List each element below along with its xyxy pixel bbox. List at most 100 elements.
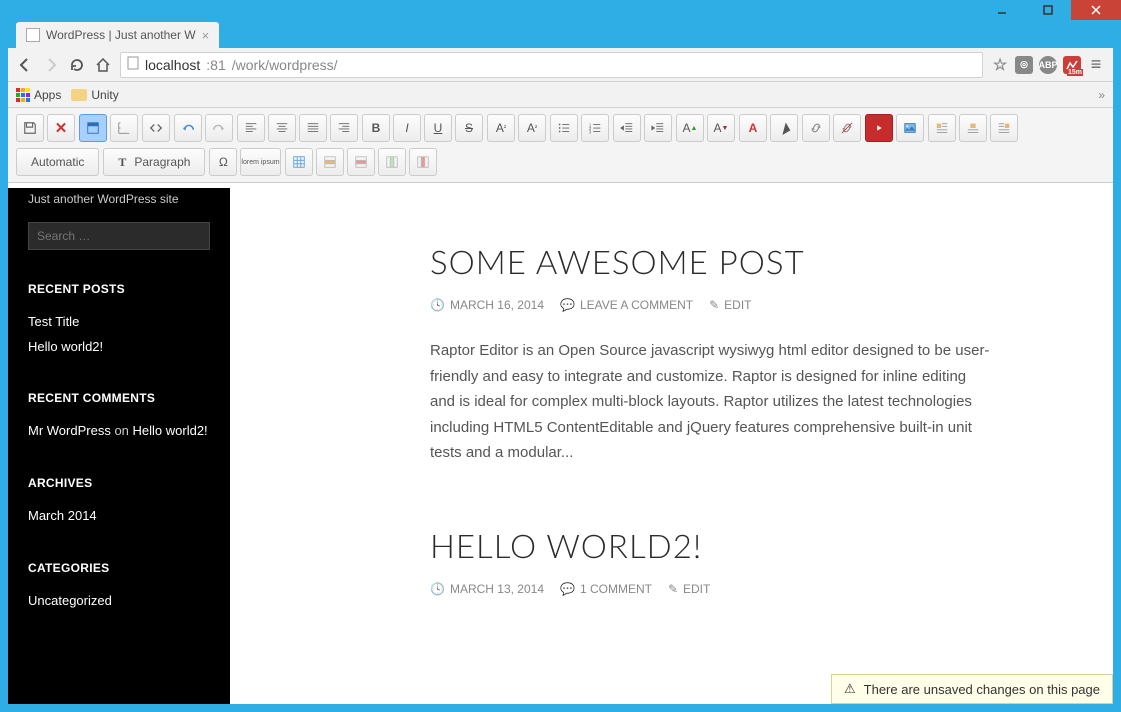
post-date[interactable]: 🕓MARCH 16, 2014: [430, 298, 544, 312]
strike-button[interactable]: S: [455, 114, 483, 142]
source-button[interactable]: [142, 114, 170, 142]
text-color-button[interactable]: A: [739, 114, 767, 142]
recent-post-link[interactable]: Hello world2!: [28, 339, 103, 354]
post-meta: 🕓MARCH 16, 2014 💬LEAVE A COMMENT ✎EDIT: [430, 298, 990, 312]
maximize-button[interactable]: [1025, 0, 1071, 20]
recent-post-link[interactable]: Test Title: [28, 314, 79, 329]
table-row-delete-button[interactable]: [347, 148, 375, 176]
unsaved-changes-notice: ⚠ There are unsaved changes on this page: [831, 674, 1113, 704]
float-none-button[interactable]: [959, 114, 987, 142]
widget-heading: RECENT COMMENTS: [28, 391, 210, 405]
underline-button[interactable]: U: [424, 114, 452, 142]
browser-chrome: WordPress | Just another W × localhost:8…: [8, 20, 1113, 704]
save-button[interactable]: [16, 114, 44, 142]
svg-text:3: 3: [589, 129, 592, 134]
back-button[interactable]: [16, 56, 34, 74]
insert-image-button[interactable]: [896, 114, 924, 142]
window-titlebar: [0, 0, 1121, 20]
archives-widget: ARCHIVES March 2014: [28, 476, 210, 529]
table-row-insert-button[interactable]: [316, 148, 344, 176]
ol-button[interactable]: 123: [581, 114, 609, 142]
class-selector[interactable]: Automatic: [16, 148, 99, 176]
comment-post-link[interactable]: Hello world2!: [133, 423, 208, 438]
redo-button[interactable]: [205, 114, 233, 142]
subscript-button[interactable]: A²: [518, 114, 546, 142]
site-tagline: Just another WordPress site: [28, 188, 210, 222]
unity-bookmark[interactable]: Unity: [71, 88, 118, 102]
notice-text: There are unsaved changes on this page: [864, 682, 1100, 697]
tab-strip: WordPress | Just another W ×: [8, 20, 1113, 48]
archive-link[interactable]: March 2014: [28, 508, 97, 523]
embed-video-button[interactable]: [865, 114, 893, 142]
bookmarks-overflow-icon[interactable]: »: [1098, 88, 1105, 102]
category-link[interactable]: Uncategorized: [28, 593, 112, 608]
italic-button[interactable]: I: [393, 114, 421, 142]
indent-button[interactable]: [644, 114, 672, 142]
extension-badge-icon[interactable]: 15m: [1063, 56, 1081, 74]
float-left-button[interactable]: [928, 114, 956, 142]
page-body: Just another WordPress site RECENT POSTS…: [8, 188, 1113, 704]
abp-extension-icon[interactable]: ABP: [1039, 56, 1057, 74]
pencil-icon: ✎: [668, 582, 678, 596]
home-button[interactable]: [94, 56, 112, 74]
categories-widget: CATEGORIES Uncategorized: [28, 561, 210, 614]
special-char-button[interactable]: Ω: [209, 148, 237, 176]
dock-button[interactable]: [79, 114, 107, 142]
post-edit-link[interactable]: ✎EDIT: [668, 582, 710, 596]
apps-grid-icon: [16, 88, 30, 102]
clear-format-button[interactable]: ◢: [770, 114, 798, 142]
align-center-button[interactable]: [268, 114, 296, 142]
post-title[interactable]: HELLO WORLD2!: [430, 526, 990, 566]
address-bar[interactable]: localhost:81/work/wordpress/: [120, 52, 983, 78]
outdent-button[interactable]: [613, 114, 641, 142]
minimize-button[interactable]: [979, 0, 1025, 20]
tag-selector[interactable]: TParagraph: [103, 148, 205, 176]
font-decrease-button[interactable]: A▼: [707, 114, 735, 142]
unlink-button[interactable]: [833, 114, 861, 142]
apps-bookmark[interactable]: Apps: [16, 88, 61, 102]
float-right-button[interactable]: [990, 114, 1018, 142]
link-button[interactable]: [802, 114, 830, 142]
recent-posts-widget: RECENT POSTS Test Title Hello world2!: [28, 282, 210, 359]
bold-button[interactable]: B: [362, 114, 390, 142]
superscript-button[interactable]: A²: [487, 114, 515, 142]
forward-button[interactable]: [42, 56, 60, 74]
window-close-button[interactable]: [1071, 0, 1121, 20]
comment-author-link[interactable]: Mr WordPress: [28, 423, 111, 438]
post-edit-link[interactable]: ✎EDIT: [709, 298, 751, 312]
align-justify-button[interactable]: [299, 114, 327, 142]
chrome-menu-button[interactable]: ≡: [1087, 56, 1105, 74]
reload-button[interactable]: [68, 56, 86, 74]
url-path: /work/wordpress/: [232, 57, 338, 73]
font-increase-button[interactable]: A▲: [676, 114, 704, 142]
url-host: localhost: [145, 57, 200, 73]
ul-button[interactable]: [550, 114, 578, 142]
extension-icons: ☆ ◎ ABP 15m ≡: [991, 56, 1105, 74]
browser-tab[interactable]: WordPress | Just another W ×: [16, 22, 219, 48]
bookmark-star-icon[interactable]: ☆: [991, 56, 1009, 74]
guides-button[interactable]: [110, 114, 138, 142]
post-title[interactable]: SOME AWESOME POST: [430, 242, 990, 282]
table-col-delete-button[interactable]: [409, 148, 437, 176]
cancel-button[interactable]: ✕: [47, 114, 75, 142]
align-right-button[interactable]: [330, 114, 358, 142]
lorem-button[interactable]: lorem ipsum: [240, 148, 280, 176]
widget-heading: ARCHIVES: [28, 476, 210, 490]
post-date[interactable]: 🕓MARCH 13, 2014: [430, 582, 544, 596]
recent-comments-widget: RECENT COMMENTS Mr WordPress on Hello wo…: [28, 391, 210, 444]
os-window: WordPress | Just another W × localhost:8…: [0, 0, 1121, 712]
table-col-insert-button[interactable]: [378, 148, 406, 176]
extension-icon[interactable]: ◎: [1015, 56, 1033, 74]
post-body[interactable]: Raptor Editor is an Open Source javascri…: [430, 338, 990, 466]
undo-button[interactable]: [174, 114, 202, 142]
comment-icon: 💬: [560, 298, 575, 312]
main-content: SOME AWESOME POST 🕓MARCH 16, 2014 💬LEAVE…: [230, 188, 1113, 704]
post-comments-link[interactable]: 💬1 COMMENT: [560, 582, 652, 596]
post: SOME AWESOME POST 🕓MARCH 16, 2014 💬LEAVE…: [430, 242, 990, 466]
post-comments-link[interactable]: 💬LEAVE A COMMENT: [560, 298, 693, 312]
align-left-button[interactable]: [237, 114, 265, 142]
tab-close-icon[interactable]: ×: [202, 28, 210, 43]
table-insert-button[interactable]: [285, 148, 313, 176]
search-input[interactable]: [28, 222, 210, 250]
page-icon: [127, 56, 139, 73]
